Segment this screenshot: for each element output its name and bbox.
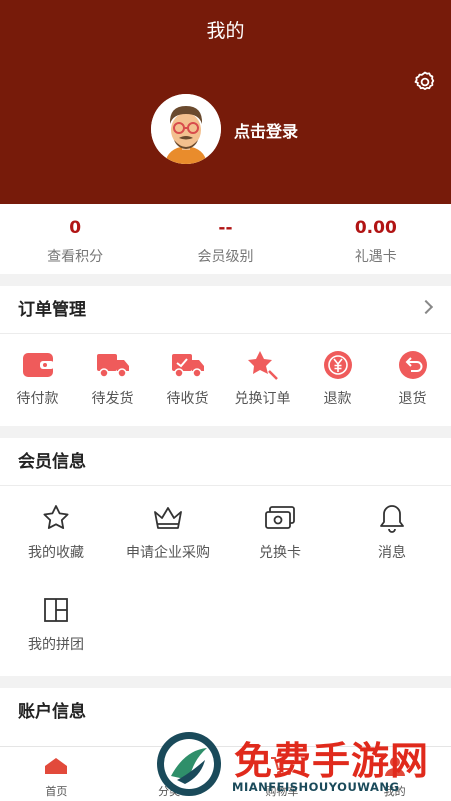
watermark-logo [157,732,221,796]
order-label: 退款 [323,391,352,407]
order-pending-receipt[interactable]: 待收货 [150,348,225,408]
order-return[interactable]: 退货 [375,348,450,408]
order-label: 退货 [398,391,427,407]
section-title: 账户信息 [18,702,86,722]
member-info-card: 会员信息 我的收藏 申请企业采购 兑换卡 消息 我的拼团 [0,438,451,676]
return-icon [398,351,427,379]
stat-label: 礼遇卡 [354,249,397,265]
member-group-buy[interactable]: 我的拼团 [0,578,112,670]
order-pending-payment[interactable]: 待付款 [0,348,75,408]
member-favorites[interactable]: 我的收藏 [0,486,112,578]
watermark-subtitle: MIANFEISHOUYOUWANG [232,780,400,794]
order-pending-shipment[interactable]: 待发货 [75,348,150,408]
card-icon [265,506,295,529]
member-exchange-card[interactable]: 兑换卡 [224,486,336,578]
truck-delivery-icon [171,354,204,378]
stats-row: 0 查看积分 -- 会员级别 0.00 礼遇卡 [0,204,451,274]
stat-value: 0.00 [354,218,397,238]
member-label: 我的拼团 [28,637,84,653]
profile-header: 我的 点击登录 [0,0,451,204]
member-label: 我的收藏 [28,545,84,561]
member-messages[interactable]: 消息 [336,486,448,578]
section-title: 会员信息 [18,452,86,472]
order-refund[interactable]: 退款 [300,348,375,408]
section-title: 订单管理 [18,300,86,320]
layout-icon [44,598,68,622]
tab-label: 首页 [45,785,68,798]
stat-label: 查看积分 [47,249,104,265]
stat-value: 0 [69,218,82,238]
watermark-title: 免费手游网 [234,739,430,783]
star-exchange-icon [247,351,278,380]
stat-gift-card[interactable]: 0.00 礼遇卡 [301,204,451,274]
yen-refund-icon [323,351,352,379]
order-label: 待收货 [166,391,209,407]
order-label: 待发货 [91,391,134,407]
member-label: 申请企业采购 [126,545,210,561]
member-info-header: 会员信息 [0,438,451,486]
page-title: 我的 [206,20,245,42]
order-management-header[interactable]: 订单管理 [0,286,451,334]
avatar[interactable] [151,94,221,164]
star-outline-icon [43,505,69,529]
order-label: 兑换订单 [234,391,291,407]
watermark: 免费手游网 MIANFEISHOUYOUWANG [150,728,451,801]
stat-value: -- [218,218,233,238]
member-enterprise-purchase[interactable]: 申请企业采购 [112,486,224,578]
tab-home[interactable]: 首页 [0,747,113,801]
order-management-card: 订单管理 待付款 待发货 待收货 兑换订单 退款 退货 [0,286,451,426]
order-exchange[interactable]: 兑换订单 [225,348,300,408]
order-label: 待付款 [16,391,59,407]
stat-member-level[interactable]: -- 会员级别 [150,204,300,274]
stat-points[interactable]: 0 查看积分 [0,204,150,274]
wallet-icon [22,353,54,377]
stat-label: 会员级别 [197,249,254,265]
settings-gear-icon[interactable] [413,70,437,94]
home-icon [45,758,68,774]
login-link[interactable]: 点击登录 [234,118,298,142]
crown-icon [154,507,182,529]
member-label: 消息 [378,545,406,561]
chevron-right-icon [418,299,434,315]
member-label: 兑换卡 [259,545,301,561]
truck-icon [96,354,129,378]
bell-icon [380,505,404,533]
